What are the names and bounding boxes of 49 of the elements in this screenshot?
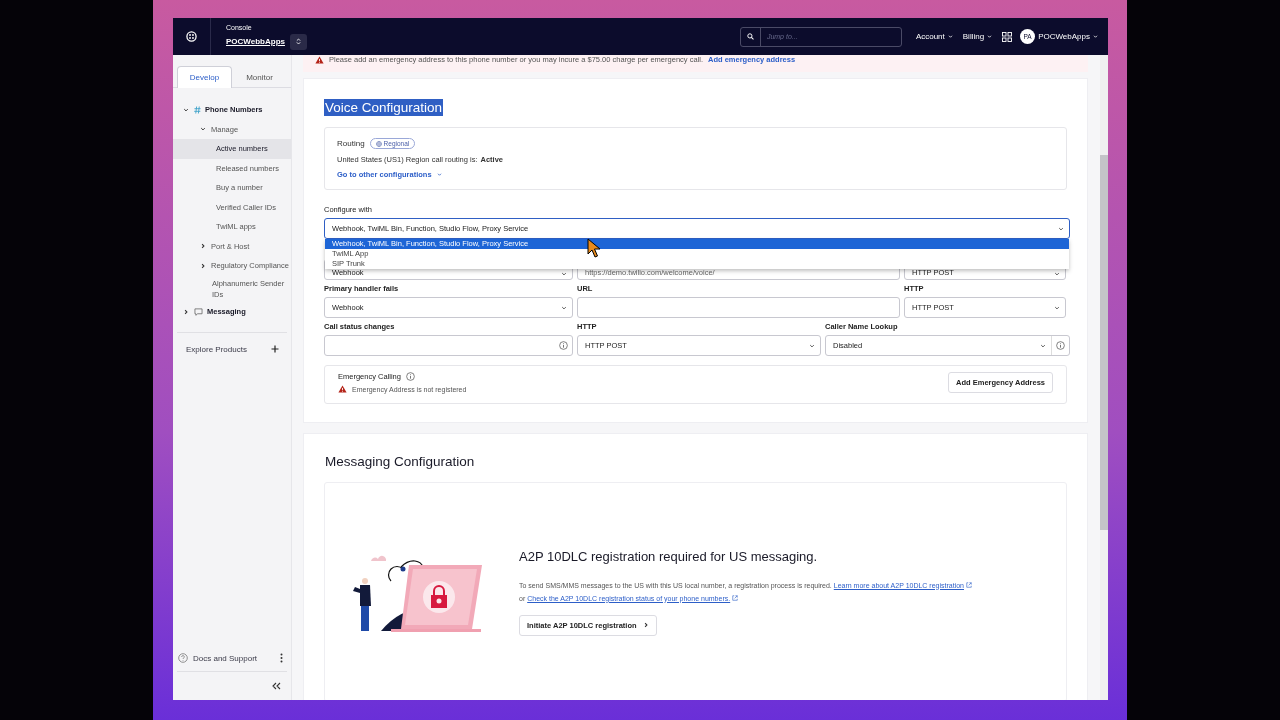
- chevron-right-icon: [642, 622, 649, 628]
- chevron-down-icon: [1093, 34, 1098, 39]
- chevron-down-icon: [436, 172, 442, 177]
- chevron-down-icon: [809, 342, 815, 349]
- external-link-icon: [965, 581, 972, 588]
- external-link-icon: [732, 594, 739, 601]
- scrollbar[interactable]: [1100, 55, 1108, 700]
- section-title: Messaging Configuration: [324, 453, 476, 470]
- input-field[interactable]: [324, 335, 573, 356]
- nav-menu[interactable]: Billing: [962, 32, 993, 41]
- help-icon: [178, 653, 188, 663]
- input-field[interactable]: [577, 297, 900, 318]
- routing-label: Routing: [337, 139, 365, 148]
- collapse-sidebar-icon[interactable]: [272, 682, 281, 690]
- warning-icon: [338, 385, 347, 393]
- plus-icon[interactable]: [271, 345, 279, 353]
- chevron-right-icon: [200, 262, 206, 269]
- kebab-menu-icon[interactable]: [280, 653, 283, 663]
- chevron-down-icon: [561, 304, 567, 311]
- chevron-down-icon: [987, 34, 993, 39]
- chevron-down-icon: [561, 271, 567, 277]
- chevron-down-icon: [1040, 342, 1046, 349]
- globe-icon: [375, 140, 382, 147]
- docs-and-support-link[interactable]: Docs and Support: [193, 653, 275, 663]
- chevron-right-icon: [183, 308, 189, 315]
- registration-heading: A2P 10DLC registration required for US messaging.: [519, 548, 818, 564]
- project-switch-button[interactable]: [289, 33, 307, 50]
- hash-icon: [194, 105, 201, 114]
- explore-products-label[interactable]: Explore Products: [186, 344, 247, 354]
- chat-icon: [194, 307, 203, 316]
- logo-icon[interactable]: [186, 31, 197, 42]
- apps-grid-icon[interactable]: [1002, 31, 1013, 42]
- mouse-cursor-icon: [587, 238, 601, 258]
- chevron-down-icon: [183, 106, 189, 113]
- up-down-icon: [295, 38, 301, 45]
- chevron-down-icon: [1054, 271, 1060, 277]
- chevron-down-icon: [1054, 304, 1060, 311]
- chevron-down-icon: [200, 126, 206, 133]
- section-title: Voice Configuration: [324, 99, 444, 116]
- search-icon: [746, 33, 754, 40]
- chevron-down-icon: [1058, 225, 1064, 232]
- project-link[interactable]: POCWebbApps: [226, 37, 285, 46]
- sidebar-tab[interactable]: Develop: [177, 66, 232, 88]
- sidebar-tab[interactable]: Monitor: [232, 66, 287, 88]
- warning-icon: [315, 55, 324, 64]
- info-icon: [405, 372, 415, 381]
- chevron-down-icon: [947, 34, 953, 39]
- nav-menu[interactable]: Account: [915, 32, 953, 41]
- chevron-right-icon: [200, 243, 206, 250]
